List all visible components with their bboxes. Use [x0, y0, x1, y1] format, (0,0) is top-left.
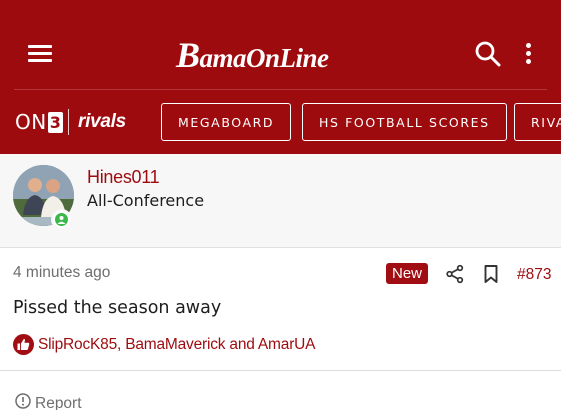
- more-vertical-icon[interactable]: [520, 40, 538, 68]
- post-author-bar: Hines011 All-Conference: [0, 154, 561, 248]
- nav-pill-megaboard[interactable]: MEGABOARD: [161, 103, 292, 141]
- bookmark-icon[interactable]: [482, 264, 500, 289]
- logo-separator: [68, 109, 69, 135]
- nav-pill-rivals[interactable]: RIVALS: [514, 103, 561, 141]
- report-icon: [15, 393, 31, 410]
- report-label: Report: [35, 394, 82, 410]
- site-logo[interactable]: BamaOnLine: [176, 34, 329, 75]
- search-icon[interactable]: [474, 40, 502, 68]
- header-divider: [14, 89, 547, 90]
- post-message: Pissed the season away: [13, 298, 222, 318]
- post-likes: SlipRocK85, BamaMaverick and AmarUA: [13, 334, 315, 355]
- author-title: All-Conference: [87, 191, 205, 210]
- liked-by-users[interactable]: SlipRocK85, BamaMaverick and AmarUA: [38, 336, 315, 354]
- post-divider: [0, 370, 561, 371]
- new-badge: New: [386, 263, 429, 284]
- app-header: BamaOnLine ON 3 rivals MEGABOARD HS FOOTB…: [0, 0, 561, 154]
- online-status-icon: [51, 209, 72, 230]
- report-button[interactable]: Report: [15, 393, 82, 410]
- rivals-logo[interactable]: rivals: [78, 111, 126, 133]
- author-username[interactable]: Hines011: [87, 167, 160, 188]
- share-icon[interactable]: [445, 264, 465, 289]
- post-timestamp[interactable]: 4 minutes ago: [13, 264, 110, 282]
- hamburger-menu-icon[interactable]: [28, 43, 54, 65]
- nav-pill-hs-football-scores[interactable]: HS FOOTBALL SCORES: [302, 103, 507, 141]
- on3-logo[interactable]: ON 3: [15, 110, 64, 134]
- thumbs-up-icon: [13, 334, 34, 355]
- post-number[interactable]: #873: [517, 266, 551, 284]
